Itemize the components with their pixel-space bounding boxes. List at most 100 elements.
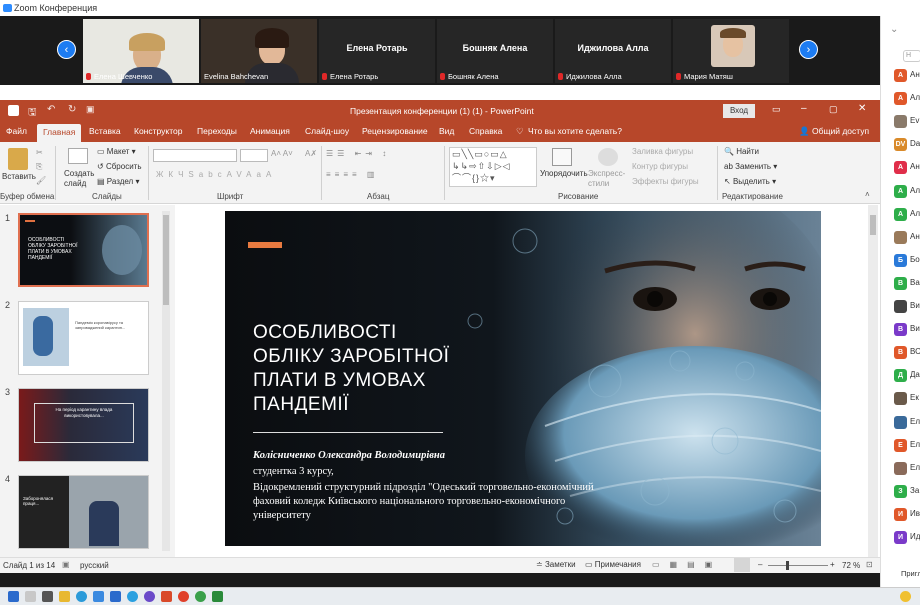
slide-thumbnail-1[interactable]: ОСОБЛИВОСТІ ОБЛІКУ ЗАРОБІТНОЇ ПЛАТИ В УМ… xyxy=(18,213,149,287)
undo-icon[interactable]: ↶ xyxy=(47,104,55,115)
next-page-button[interactable]: › xyxy=(799,40,818,59)
start-icon[interactable] xyxy=(8,591,19,602)
participant-list-item[interactable]: Ек xyxy=(894,392,920,406)
find-button[interactable]: 🔍 Найти xyxy=(724,147,759,156)
participant-list-item[interactable]: Ви xyxy=(894,300,920,314)
word-icon[interactable] xyxy=(110,591,121,602)
participant-list-item[interactable]: Ел xyxy=(894,461,920,476)
slide-scrollbar[interactable] xyxy=(868,205,878,557)
participant-list-item[interactable]: Ev xyxy=(894,115,920,129)
weather-icon[interactable] xyxy=(900,591,911,602)
collapse-ribbon-icon[interactable]: ˄ xyxy=(865,190,870,199)
tab-animations[interactable]: Анимация xyxy=(250,126,290,136)
search-icon[interactable] xyxy=(25,591,36,602)
paste-button[interactable]: Вставить xyxy=(2,172,36,181)
tab-design[interactable]: Конструктор xyxy=(134,126,182,136)
comments-button[interactable]: ▭ Примечания xyxy=(585,560,641,569)
chrome-icon[interactable] xyxy=(195,591,206,602)
participant-list-item[interactable]: И Ид xyxy=(894,531,920,545)
participant-list-item[interactable]: З За xyxy=(894,484,920,499)
tab-review[interactable]: Рецензирование xyxy=(362,126,428,136)
participant-search-input[interactable]: Н xyxy=(903,50,920,62)
opera-icon[interactable] xyxy=(178,591,189,602)
share-button[interactable]: Общий доступ xyxy=(812,126,869,136)
zoom-in-button[interactable]: + xyxy=(830,560,835,569)
login-button[interactable]: Вход xyxy=(723,104,755,118)
participant-tile[interactable]: Мария Матяш xyxy=(673,19,789,83)
close-icon[interactable]: ✕ xyxy=(858,103,866,114)
redo-icon[interactable]: ↻ xyxy=(68,104,76,115)
excel-icon[interactable] xyxy=(212,591,223,602)
slide-thumbnail-4[interactable]: Заборонялася праця... xyxy=(18,475,149,549)
participant-list-item[interactable]: И Ив xyxy=(894,507,920,522)
tab-file[interactable]: Файл xyxy=(6,126,27,136)
maximize-icon[interactable]: ▢ xyxy=(829,104,838,115)
shape-fill-button[interactable]: Заливка фигуры xyxy=(632,147,693,156)
format-painter-icon[interactable]: 🖌 xyxy=(36,176,46,185)
participant-tile[interactable]: Елена Ротарь Елена Ротарь xyxy=(319,19,435,83)
language[interactable]: русский xyxy=(80,561,109,570)
task-view-icon[interactable] xyxy=(42,591,53,602)
shapes-gallery[interactable]: ▭╲╲▭○▭△ ↳↳⇨⇧⇩▷◁ ⌒⌒{}☆▾ xyxy=(449,147,537,187)
new-slide-button[interactable]: Создать слайд xyxy=(64,169,94,189)
list-buttons[interactable]: ☰☰ ⇤⇥ ↕ xyxy=(326,149,390,158)
view-buttons[interactable]: ▭▦▤▣ xyxy=(652,560,722,569)
save-icon[interactable]: 🖫 xyxy=(28,105,37,122)
participant-list-item[interactable]: А Ал xyxy=(894,92,920,106)
select-button[interactable]: ↖ Выделить ▾ xyxy=(724,177,776,186)
participant-list-item[interactable]: В Ва xyxy=(894,276,920,291)
tab-help[interactable]: Справка xyxy=(469,126,502,136)
participant-list-item[interactable]: В ВС xyxy=(894,346,920,360)
slide-title[interactable]: ОСОБЛИВОСТІ ОБЛІКУ ЗАРОБІТНОЇ ПЛАТИ В УМ… xyxy=(253,321,449,417)
grow-font-icon[interactable]: A˄ A˅ xyxy=(271,149,293,158)
thumbs-scrollbar[interactable] xyxy=(162,211,170,551)
participant-list-item[interactable]: А Ан xyxy=(894,69,920,83)
copy-icon[interactable]: ⎘ xyxy=(36,162,42,172)
zoom-out-button[interactable]: – xyxy=(758,560,762,569)
participant-tile[interactable]: Бошняк Алена Бошняк Алена xyxy=(437,19,553,83)
tab-view[interactable]: Вид xyxy=(439,126,454,136)
participant-tile[interactable]: Evelina Bahchevan xyxy=(201,19,317,83)
participant-list-item[interactable]: В Ви xyxy=(894,323,920,337)
font-name-select[interactable] xyxy=(153,149,237,162)
participant-list-item[interactable]: Б Бо xyxy=(894,253,920,268)
arrange-button[interactable]: Упорядочить xyxy=(540,169,588,178)
participant-list-item[interactable]: А Ан xyxy=(894,161,920,175)
reset-button[interactable]: ↺ Сбросить xyxy=(97,162,142,171)
replace-button[interactable]: ab Заменить ▾ xyxy=(724,162,777,171)
participant-list-item[interactable]: Д Да xyxy=(894,369,920,383)
participant-list-item[interactable]: Е Ел xyxy=(894,438,920,453)
chevron-down-icon[interactable]: ⌄ xyxy=(890,24,898,35)
zoom-level[interactable]: 72 % xyxy=(842,561,860,570)
slide-thumbnail-3[interactable]: На період карантину влада використовувал… xyxy=(18,388,149,462)
clear-format-icon[interactable]: A✗ xyxy=(305,149,317,158)
font-size-select[interactable] xyxy=(240,149,268,162)
slideshow-view-button[interactable] xyxy=(734,558,750,572)
participant-tile[interactable]: Иджилова Алла Иджилова Алла xyxy=(555,19,671,83)
file-explorer-icon[interactable] xyxy=(59,591,70,602)
spellcheck-icon[interactable]: ▣ xyxy=(62,560,70,569)
notes-button[interactable]: ≐ Заметки xyxy=(536,560,576,569)
tab-slideshow[interactable]: Слайд-шоу xyxy=(305,126,349,136)
participant-list-item[interactable]: DV Da xyxy=(894,138,920,152)
zoom-app-icon[interactable] xyxy=(93,591,104,602)
invite-button[interactable]: Пригл xyxy=(901,569,920,578)
fit-slide-icon[interactable]: ⊡ xyxy=(866,560,873,569)
paste-icon[interactable] xyxy=(8,148,28,170)
minimize-icon[interactable]: – xyxy=(801,103,807,114)
slide-thumbnail-2[interactable]: Пандемія коронавірусу та запроваджений к… xyxy=(18,301,149,375)
shape-outline-button[interactable]: Контур фигуры xyxy=(632,162,688,171)
edge-icon[interactable] xyxy=(76,591,87,602)
new-slide-icon[interactable] xyxy=(68,148,88,164)
tab-insert[interactable]: Вставка xyxy=(89,126,121,136)
quick-styles-icon[interactable] xyxy=(598,148,618,166)
current-slide[interactable]: ОСОБЛИВОСТІ ОБЛІКУ ЗАРОБІТНОЇ ПЛАТИ В УМ… xyxy=(225,211,821,546)
slide-subtitle[interactable]: Колісниченко Олександра Володимирівна ст… xyxy=(253,449,598,523)
participant-list-item[interactable]: А Ал xyxy=(894,184,920,199)
tell-me-search[interactable]: Что вы хотите сделать? xyxy=(528,126,622,136)
tab-home[interactable]: Главная xyxy=(37,124,82,142)
viber-icon[interactable] xyxy=(144,591,155,602)
cut-icon[interactable]: ✂ xyxy=(36,148,43,157)
align-buttons[interactable]: ≡≡≡≡ ▥ xyxy=(326,170,378,179)
ribbon-options-icon[interactable]: ▭ xyxy=(772,104,781,115)
